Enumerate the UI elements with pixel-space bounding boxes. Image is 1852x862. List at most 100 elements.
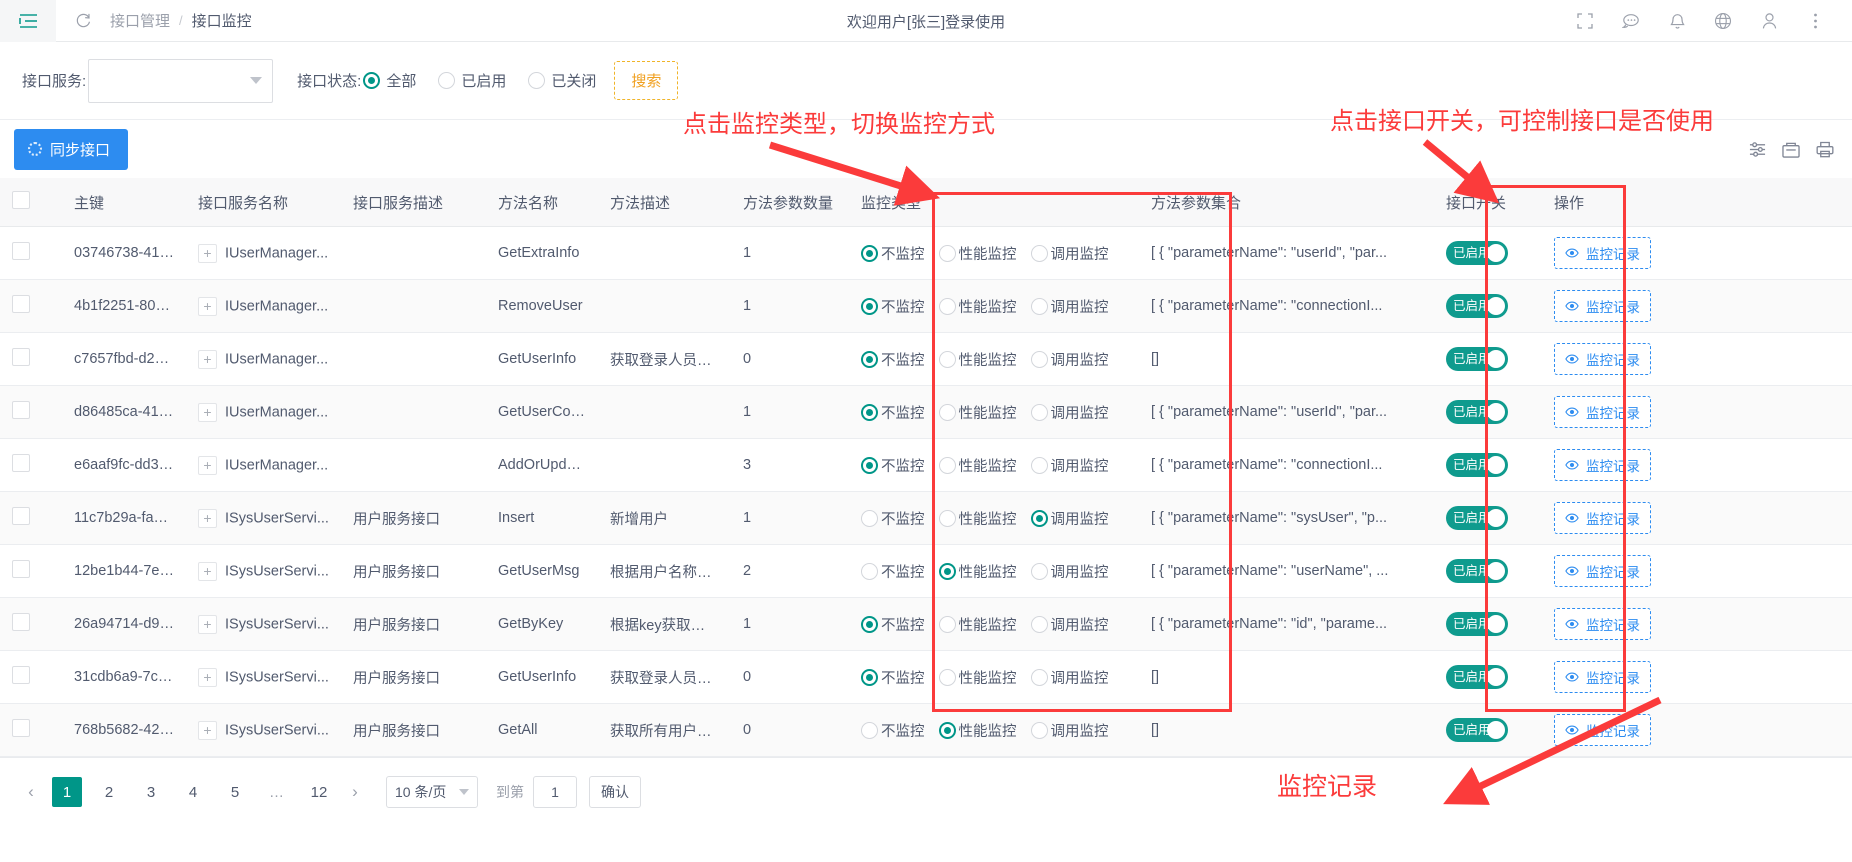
fullscreen-icon[interactable]	[1562, 0, 1608, 42]
column-header-service-name[interactable]: 接口服务名称	[186, 178, 341, 227]
interface-toggle-switch[interactable]: 已启用	[1446, 400, 1508, 424]
monitor-radio-none[interactable]: 不监控	[861, 455, 925, 476]
page-size-select[interactable]: 10 条/页	[386, 776, 478, 808]
column-header-method-desc[interactable]: 方法描述	[598, 178, 731, 227]
monitor-radio-invoke[interactable]: 调用监控	[1030, 720, 1109, 741]
refresh-icon[interactable]	[56, 0, 110, 42]
status-radio-disabled[interactable]: 已关闭	[528, 70, 596, 91]
expand-plus-icon[interactable]: +	[198, 349, 217, 369]
monitor-radio-invoke[interactable]: 调用监控	[1030, 455, 1109, 476]
row-checkbox[interactable]	[12, 242, 30, 260]
monitor-radio-performance[interactable]: 性能监控	[938, 720, 1017, 741]
row-checkbox[interactable]	[12, 613, 30, 631]
monitor-radio-none[interactable]: 不监控	[861, 402, 925, 423]
status-radio-enabled[interactable]: 已启用	[438, 70, 506, 91]
pagination-page-4[interactable]: 4	[178, 777, 208, 807]
row-checkbox[interactable]	[12, 348, 30, 366]
monitor-record-button[interactable]: 监控记录	[1554, 396, 1651, 428]
row-checkbox[interactable]	[12, 719, 30, 737]
monitor-radio-none[interactable]: 不监控	[861, 720, 925, 741]
monitor-radio-invoke[interactable]: 调用监控	[1030, 561, 1109, 582]
column-header-param-set[interactable]: 方法参数集合	[1139, 178, 1434, 227]
row-checkbox[interactable]	[12, 454, 30, 472]
pagination-page-3[interactable]: 3	[136, 777, 166, 807]
interface-toggle-switch[interactable]: 已启用	[1446, 294, 1508, 318]
expand-plus-icon[interactable]: +	[198, 720, 217, 740]
monitor-radio-performance[interactable]: 性能监控	[938, 296, 1017, 317]
expand-plus-icon[interactable]: +	[198, 561, 217, 581]
jump-to-input[interactable]: 1	[533, 776, 577, 808]
monitor-radio-invoke[interactable]: 调用监控	[1030, 296, 1109, 317]
expand-plus-icon[interactable]: +	[198, 402, 217, 422]
monitor-radio-performance[interactable]: 性能监控	[938, 243, 1017, 264]
column-header-param-count[interactable]: 方法参数数量	[731, 178, 849, 227]
expand-plus-icon[interactable]: +	[198, 667, 217, 687]
bell-icon[interactable]	[1654, 0, 1700, 42]
monitor-radio-none[interactable]: 不监控	[861, 349, 925, 370]
column-header-service-desc[interactable]: 接口服务描述	[341, 178, 486, 227]
print-icon[interactable]	[1816, 141, 1834, 158]
table-row[interactable]: 26a94714-d990-40... + ISysUserServi... 用户服务…	[0, 597, 1852, 651]
pagination-page-12[interactable]: 12	[304, 777, 334, 807]
jump-confirm-button[interactable]: 确认	[589, 776, 641, 808]
expand-plus-icon[interactable]: +	[198, 243, 217, 263]
expand-plus-icon[interactable]: +	[198, 614, 217, 634]
pagination-page-5[interactable]: 5	[220, 777, 250, 807]
monitor-radio-invoke[interactable]: 调用监控	[1030, 508, 1109, 529]
more-icon[interactable]	[1792, 0, 1838, 42]
interface-toggle-switch[interactable]: 已启用	[1446, 559, 1508, 583]
monitor-radio-none[interactable]: 不监控	[861, 561, 925, 582]
globe-icon[interactable]	[1700, 0, 1746, 42]
monitor-record-button[interactable]: 监控记录	[1554, 714, 1651, 746]
monitor-record-button[interactable]: 监控记录	[1554, 290, 1651, 322]
monitor-record-button[interactable]: 监控记录	[1554, 343, 1651, 375]
status-radio-all[interactable]: 全部	[363, 70, 416, 91]
select-all-checkbox[interactable]	[12, 191, 30, 209]
column-header-method-name[interactable]: 方法名称	[486, 178, 598, 227]
monitor-radio-performance[interactable]: 性能监控	[938, 508, 1017, 529]
monitor-record-button[interactable]: 监控记录	[1554, 449, 1651, 481]
table-row[interactable]: 03746738-4176-43... + IUserManager... GetEx…	[0, 226, 1852, 280]
row-checkbox[interactable]	[12, 666, 30, 684]
row-checkbox[interactable]	[12, 401, 30, 419]
interface-toggle-switch[interactable]: 已启用	[1446, 506, 1508, 530]
table-row[interactable]: e6aaf9fc-dd3c-4a4... + IUserManager... AddO…	[0, 438, 1852, 492]
filter-settings-icon[interactable]	[1749, 141, 1766, 158]
table-row[interactable]: 12be1b44-7edc-45... + ISysUserServi... 用户服务…	[0, 544, 1852, 598]
table-row[interactable]: 11c7b29a-face-46... + ISysUserServi... 用户服务…	[0, 491, 1852, 545]
monitor-radio-none[interactable]: 不监控	[861, 614, 925, 635]
row-checkbox[interactable]	[12, 295, 30, 313]
table-row[interactable]: 31cdb6a9-7cab-4f... + ISysUserServi... 用户服务…	[0, 650, 1852, 704]
hamburger-menu-icon[interactable]	[0, 0, 56, 42]
pagination-page-2[interactable]: 2	[94, 777, 124, 807]
monitor-radio-invoke[interactable]: 调用监控	[1030, 402, 1109, 423]
monitor-record-button[interactable]: 监控记录	[1554, 608, 1651, 640]
row-checkbox[interactable]	[12, 560, 30, 578]
row-checkbox[interactable]	[12, 507, 30, 525]
expand-plus-icon[interactable]: +	[198, 508, 217, 528]
table-row[interactable]: 4b1f2251-80c7-44... + IUserManager... Remov…	[0, 279, 1852, 333]
pagination-next-button[interactable]: ›	[340, 777, 370, 807]
monitor-radio-performance[interactable]: 性能监控	[938, 402, 1017, 423]
user-icon[interactable]	[1746, 0, 1792, 42]
interface-toggle-switch[interactable]: 已启用	[1446, 453, 1508, 477]
monitor-radio-invoke[interactable]: 调用监控	[1030, 614, 1109, 635]
table-row[interactable]: c7657fbd-d20f-4ad... + IUserManager... GetU…	[0, 332, 1852, 386]
monitor-record-button[interactable]: 监控记录	[1554, 661, 1651, 693]
pagination-prev-button[interactable]: ‹	[16, 777, 46, 807]
message-icon[interactable]	[1608, 0, 1654, 42]
expand-plus-icon[interactable]: +	[198, 455, 217, 475]
service-select[interactable]	[88, 58, 274, 103]
monitor-radio-performance[interactable]: 性能监控	[938, 455, 1017, 476]
monitor-record-button[interactable]: 监控记录	[1554, 237, 1651, 269]
search-button[interactable]: 搜索	[614, 61, 679, 100]
table-row[interactable]: d86485ca-4174-41... + IUserManager... GetUs…	[0, 385, 1852, 439]
column-header-switch[interactable]: 接口开关	[1434, 178, 1542, 227]
column-header-actions[interactable]: 操作	[1542, 178, 1852, 227]
column-header-monitor-type[interactable]: 监控类型	[849, 178, 1139, 227]
table-row[interactable]: 768b5682-4203-46... + ISysUserServi... 用户服务…	[0, 703, 1852, 757]
pagination-page-1[interactable]: 1	[52, 777, 82, 807]
monitor-radio-performance[interactable]: 性能监控	[938, 349, 1017, 370]
monitor-radio-none[interactable]: 不监控	[861, 667, 925, 688]
monitor-radio-performance[interactable]: 性能监控	[938, 667, 1017, 688]
